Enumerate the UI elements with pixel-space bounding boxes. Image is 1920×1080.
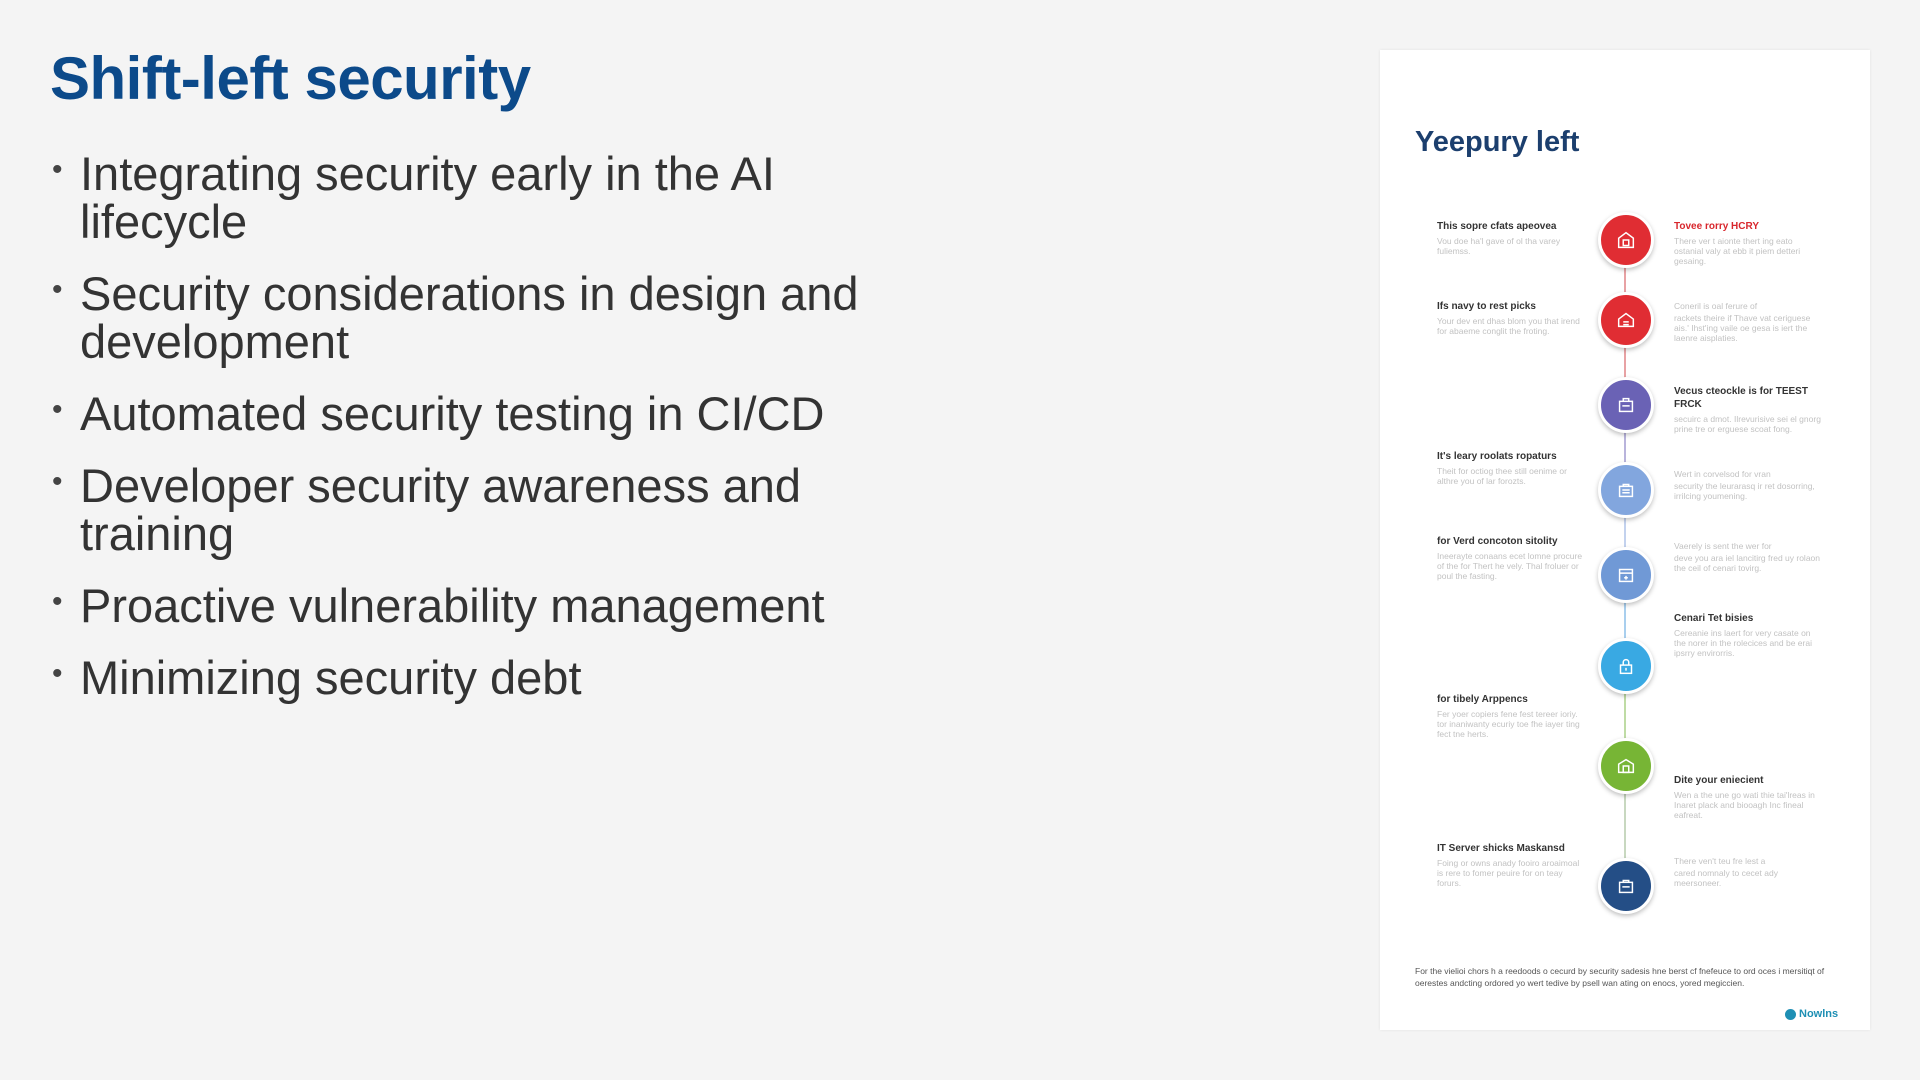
brand-logo: Nowlns — [1785, 1008, 1838, 1020]
step-heading: This sopre cfats apeovea — [1437, 221, 1557, 232]
bullet-text: Developer security awareness and trainin… — [80, 459, 802, 560]
step-body: security the leurarasq ir ret dosorring,… — [1674, 481, 1815, 501]
step-text: Tovee rorry HCRY There ver t aionte ther… — [1674, 220, 1822, 266]
timeline-step-3 — [1598, 377, 1654, 433]
bullet-item: • Integrating security early in the AI l… — [50, 150, 950, 246]
step-text: There ven't teu fre lest a cared nomnaly… — [1674, 855, 1822, 888]
step-body: Vou doe ha'l gave of ol tha varey fuliem… — [1437, 236, 1561, 256]
step-text: Dite your eniecient Wen a the une go wat… — [1674, 774, 1822, 820]
step-heading: Ifs navy to rest picks — [1437, 301, 1536, 312]
step-heading: Vecus cteockle is for TEEST FRCK — [1674, 386, 1808, 410]
bullet-item: • Automated security testing in CI/CD — [50, 390, 950, 438]
bullet-dot: • — [52, 393, 63, 426]
timeline-step-6 — [1598, 638, 1654, 694]
step-text: Wert in corvelsod for vran security the … — [1674, 468, 1822, 501]
timeline-step-2 — [1598, 292, 1654, 348]
step-text: for Verd concoton sitolity Ineerayte con… — [1437, 535, 1585, 581]
step-text: Vecus cteockle is for TEEST FRCK secuirc… — [1674, 385, 1822, 434]
step-heading: Wert in corvelsod for vran — [1674, 469, 1771, 479]
step-text: Vaerely is sent the wer for deve you ara… — [1674, 540, 1822, 573]
step-text: Cenari Tet bisies Cereanie ins laert for… — [1674, 612, 1822, 658]
bullet-dot: • — [52, 153, 63, 186]
bullet-dot: • — [52, 465, 63, 498]
bullet-dot: • — [52, 273, 63, 306]
bullet-item: • Developer security awareness and train… — [50, 462, 950, 558]
step-text: This sopre cfats apeovea Vou doe ha'l ga… — [1437, 220, 1585, 256]
step-body: deve you ara iel lancitirg fred uy rolao… — [1674, 553, 1820, 573]
bullet-dot: • — [52, 585, 63, 618]
step-heading: Dite your eniecient — [1674, 775, 1764, 786]
calendar-icon — [1618, 568, 1634, 583]
infographic-footer: For the vielioi chors h a reedoods o cec… — [1415, 966, 1825, 988]
house-icon — [1617, 312, 1635, 328]
timeline-step-5 — [1598, 547, 1654, 603]
step-text: It's leary roolats ropaturs Theit for oc… — [1437, 450, 1585, 486]
step-heading: Vaerely is sent the wer for — [1674, 541, 1772, 551]
step-text: Coneril is oal ferure of rackets theire … — [1674, 300, 1822, 343]
bullet-text: Security considerations in design and de… — [80, 267, 859, 368]
step-body: Wen a the une go wati thie tai'lreas in … — [1674, 790, 1815, 820]
timeline-step-7 — [1598, 738, 1654, 794]
step-text: for tibely Arppencs Fer yoer copiers fen… — [1437, 693, 1585, 739]
step-heading: It's leary roolats ropaturs — [1437, 451, 1557, 462]
bullet-item: • Minimizing security debt — [50, 654, 950, 702]
timeline-step-1 — [1598, 212, 1654, 268]
infographic-panel: Yeepury left This sopre cfats apeovea Vo… — [1380, 50, 1870, 1030]
step-heading: IT Server shicks Maskansd — [1437, 843, 1565, 854]
step-body: Foing or owns anady fooiro aroaimoal is … — [1437, 858, 1580, 888]
bullet-text: Automated security testing in CI/CD — [80, 387, 825, 440]
timeline-step-4 — [1598, 462, 1654, 518]
step-heading: for Verd concoton sitolity — [1437, 536, 1558, 547]
bullet-item: • Security considerations in design and … — [50, 270, 950, 366]
bullet-text: Integrating security early in the AI lif… — [80, 147, 775, 248]
lock-icon — [1619, 658, 1633, 675]
step-body: Ineerayte conaans ecet lomne procure of … — [1437, 551, 1583, 581]
step-heading: Cenari Tet bisies — [1674, 613, 1754, 624]
bullet-list: • Integrating security early in the AI l… — [50, 150, 950, 726]
shield-icon — [1617, 231, 1635, 249]
step-text: IT Server shicks Maskansd Foing or owns … — [1437, 842, 1585, 888]
step-body: Your dev ent dhas blom you that irend fo… — [1437, 316, 1580, 336]
step-heading: There ven't teu fre lest a — [1674, 856, 1766, 866]
step-body: Cereanie ins laert for very casate on th… — [1674, 628, 1812, 658]
step-text: Ifs navy to rest picks Your dev ent dhas… — [1437, 300, 1585, 336]
bullet-text: Minimizing security debt — [80, 651, 582, 704]
briefcase-icon — [1618, 879, 1634, 894]
step-heading: for tibely Arppencs — [1437, 694, 1528, 705]
bullet-item: • Proactive vulnerability management — [50, 582, 950, 630]
bullet-text: Proactive vulnerability management — [80, 579, 825, 632]
step-body: There ver t aionte thert ing eato ostani… — [1674, 236, 1801, 266]
step-body: secuirc a dmot. Ilrevurisive sei el gnor… — [1674, 414, 1821, 434]
slide-title: Shift-left security — [50, 45, 531, 112]
step-body: cared nomnaly to cecet ady meersoneer. — [1674, 868, 1778, 888]
step-body: Theit for octiog thee still oenime or al… — [1437, 466, 1567, 486]
step-heading: Tovee rorry HCRY — [1674, 221, 1760, 232]
step-body: Fer yoer copiers fene fest tereer ioriy.… — [1437, 709, 1580, 739]
timeline-step-8 — [1598, 858, 1654, 914]
step-body: rackets theire if Thave vat ceriguese ai… — [1674, 313, 1811, 343]
clipboard-icon — [1618, 397, 1634, 413]
building-icon — [1617, 758, 1635, 774]
brand-name: Nowlns — [1799, 1008, 1839, 1020]
infographic-title: Yeepury left — [1415, 126, 1580, 158]
briefcase-icon — [1618, 483, 1634, 498]
brand-logo-icon — [1785, 1008, 1796, 1020]
bullet-dot: • — [52, 657, 63, 690]
step-heading: Coneril is oal ferure of — [1674, 301, 1758, 311]
